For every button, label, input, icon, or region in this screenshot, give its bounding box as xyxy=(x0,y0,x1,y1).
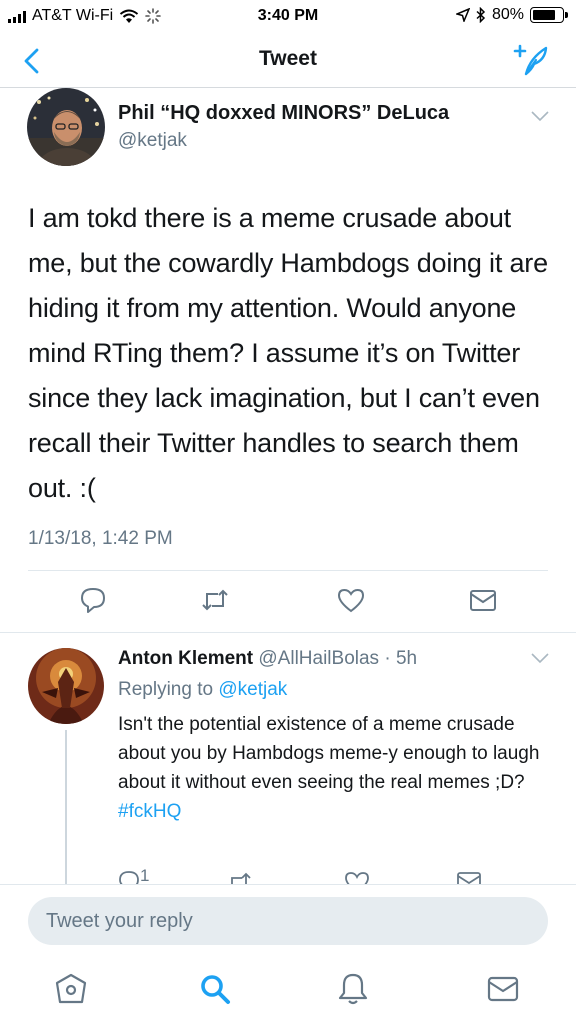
reply-separator: · xyxy=(384,648,391,669)
reply-age: 5h xyxy=(395,648,418,669)
author-handle[interactable]: @ketjak xyxy=(118,130,187,152)
retweet-icon[interactable] xyxy=(226,870,256,884)
tweet-timestamp: 1/13/18, 1:42 PM xyxy=(28,528,173,549)
bluetooth-icon xyxy=(476,7,486,23)
avatar[interactable] xyxy=(27,88,105,166)
search-icon[interactable] xyxy=(198,972,232,1006)
thread-line xyxy=(65,730,67,884)
reply-author-handle[interactable]: @AllHailBolas xyxy=(258,648,379,669)
reply-header: Anton Klement @AllHailBolas · 5h xyxy=(118,648,417,670)
chevron-down-icon[interactable] xyxy=(530,652,550,664)
nav-bar: Tweet xyxy=(0,34,576,88)
replying-to: Replying to @ketjak xyxy=(118,679,287,701)
page-title: Tweet xyxy=(259,47,317,70)
status-right: 80% xyxy=(455,6,568,24)
tab-bar xyxy=(0,954,576,1024)
reply-actions: 1 xyxy=(0,868,576,884)
replying-prefix: Replying to xyxy=(118,679,214,700)
compose-tweet-icon[interactable] xyxy=(512,42,552,78)
direct-message-icon[interactable] xyxy=(456,870,482,884)
reply-icon[interactable] xyxy=(78,585,108,615)
hashtag-link[interactable]: #fckHQ xyxy=(118,801,181,822)
reply-composer xyxy=(0,884,576,954)
like-icon[interactable] xyxy=(344,870,370,884)
main-tweet: Phil “HQ doxxed MINORS” DeLuca @ketjak I… xyxy=(0,88,576,633)
reply-icon[interactable] xyxy=(118,870,158,884)
tweet-text: I am tokd there is a meme crusade about … xyxy=(28,203,548,503)
reply-text: Isn't the potential existence of a meme … xyxy=(118,710,558,826)
location-arrow-icon xyxy=(455,8,470,22)
battery-icon xyxy=(530,7,568,23)
chevron-down-icon[interactable] xyxy=(530,110,550,122)
status-bar: AT&T Wi-Fi 3:40 PM 80% xyxy=(0,0,576,34)
reply-count: 1 xyxy=(140,868,150,884)
reply-input[interactable] xyxy=(28,897,548,945)
replying-to-mention[interactable]: @ketjak xyxy=(218,679,287,700)
messages-icon[interactable] xyxy=(486,972,520,1006)
notifications-icon[interactable] xyxy=(336,972,370,1006)
tweet-actions xyxy=(0,585,576,615)
reply-tweet[interactable]: Anton Klement @AllHailBolas · 5h Replyin… xyxy=(0,634,576,884)
reply-body: Isn't the potential existence of a meme … xyxy=(118,714,540,793)
divider xyxy=(28,570,548,571)
home-icon[interactable] xyxy=(54,972,88,1006)
retweet-icon[interactable] xyxy=(200,585,230,615)
reply-author-name[interactable]: Anton Klement xyxy=(118,648,253,669)
like-icon[interactable] xyxy=(336,585,366,615)
battery-percent: 80% xyxy=(491,6,524,23)
battery-level xyxy=(533,10,556,20)
avatar[interactable] xyxy=(28,648,104,724)
direct-message-icon[interactable] xyxy=(468,585,498,615)
author-name[interactable]: Phil “HQ doxxed MINORS” DeLuca xyxy=(118,102,449,125)
